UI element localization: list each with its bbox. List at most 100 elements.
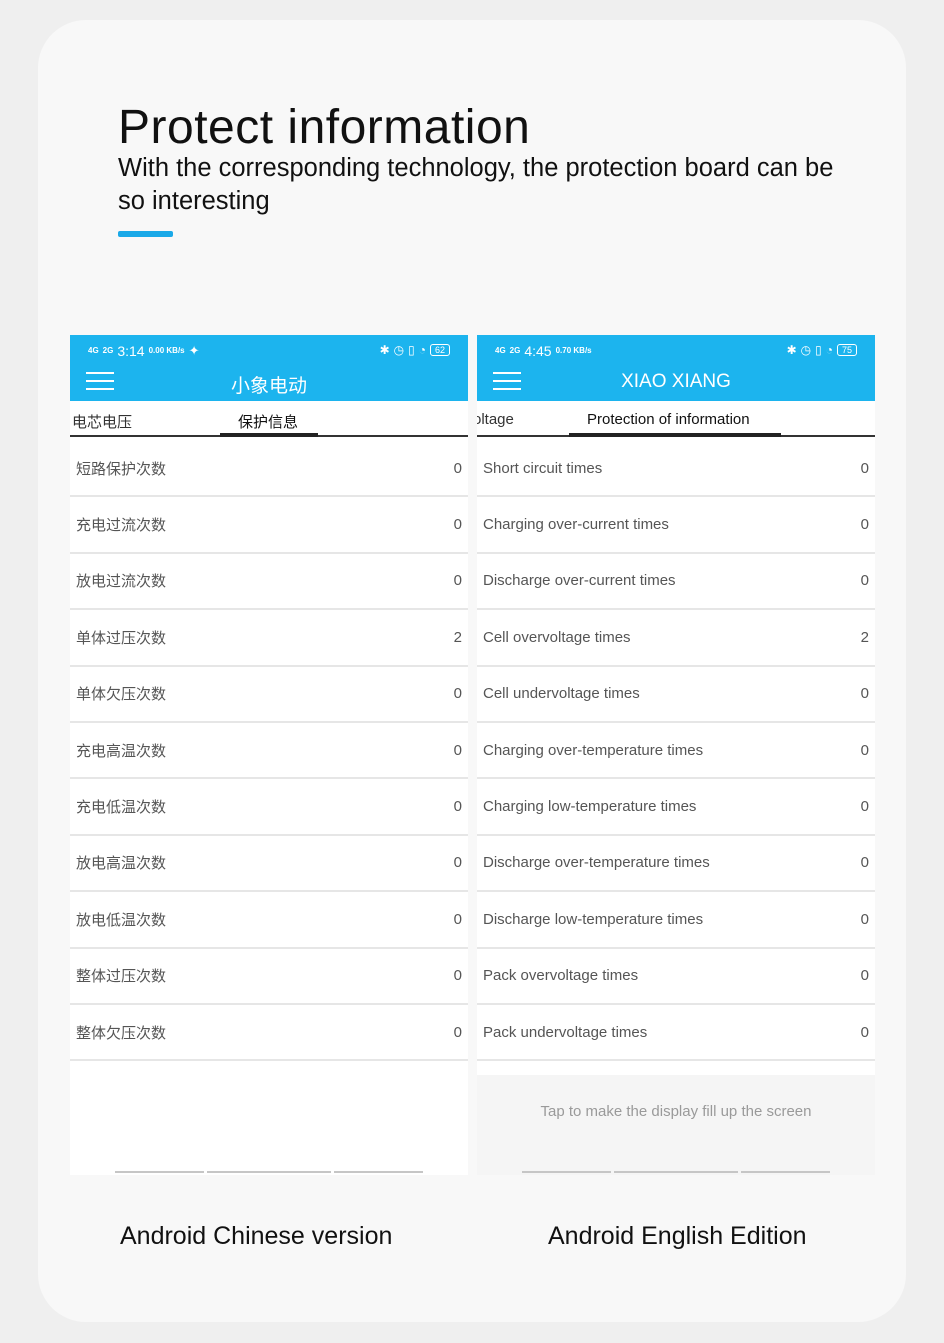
list-item-value: 0: [860, 516, 869, 534]
list-item-label: Cell overvoltage times: [483, 628, 631, 646]
list-item-value: 2: [453, 628, 462, 646]
list-item[interactable]: Cell undervoltage times 0: [477, 666, 875, 723]
list-item[interactable]: 放电过流次数 0: [70, 553, 468, 611]
list-item[interactable]: Short circuit times 0: [477, 441, 875, 498]
list-item[interactable]: Cell overvoltage times 2: [477, 610, 875, 667]
list-item-label: 充电高温次数: [76, 742, 167, 760]
list-item-label: 放电高温次数: [76, 855, 167, 873]
list-item[interactable]: Pack undervoltage times 0: [477, 1004, 875, 1062]
list-item-value: 0: [453, 854, 462, 872]
list-item-label: 放电低温次数: [76, 911, 167, 929]
list-item-value: 0: [860, 572, 869, 590]
list-item[interactable]: Pack overvoltage times 0: [477, 948, 875, 1005]
list-item-value: 0: [453, 459, 462, 477]
list-item[interactable]: 充电高温次数 0: [70, 722, 468, 780]
protection-list: 短路保护次数 0 充电过流次数 0 放电过流次数 0 单体过压次数 2 单体欠压次数 0 充电高温次…: [70, 441, 468, 1062]
page-title: Protect information: [118, 101, 531, 154]
list-item-label: 单体欠压次数: [76, 686, 167, 704]
list-item-value: 0: [453, 516, 462, 534]
list-item-label: Discharge low-temperature times: [483, 910, 704, 928]
list-item[interactable]: Charging over-current times 0: [477, 497, 875, 554]
list-item[interactable]: Discharge over-temperature times 0: [477, 835, 875, 893]
list-item-label: 短路保护次数: [76, 460, 167, 478]
list-item-label: Cell undervoltage times: [483, 685, 640, 703]
alarm-icon: ◷: [393, 343, 405, 357]
wifi-icon: ◔: [825, 343, 833, 357]
active-tab-indicator: [569, 433, 781, 437]
phone-screenshot-english: 4G 2G 4:45 0.70 KB/s ✱ ◷ ▯ ◔ 75 XIAO XIA…: [477, 335, 875, 1175]
list-item-value: 0: [453, 572, 462, 590]
list-item-value: 0: [860, 967, 869, 985]
signal-icon-2: 2G: [102, 346, 114, 355]
list-item[interactable]: 充电低温次数 0: [70, 779, 468, 836]
accent-bar: [118, 231, 173, 237]
list-item[interactable]: 单体欠压次数 0: [70, 666, 468, 723]
list-item-label: Short circuit times: [483, 459, 603, 477]
list-item-value: 0: [860, 910, 869, 928]
app-bar: 4G 2G 3:14 0.00 KB/s ✦ ✱ ◷ ▯ ◔ 62 小象电动: [70, 335, 468, 401]
signal-icon: 4G: [495, 346, 506, 355]
list-item-value: 0: [453, 1023, 462, 1041]
vibrate-icon: ▯: [408, 343, 415, 357]
list-item-value: 0: [860, 741, 869, 759]
list-item-label: 整体欠压次数: [76, 1024, 167, 1042]
list-item-label: 单体过压次数: [76, 629, 167, 647]
tab-cell-voltage[interactable]: 电芯电压: [72, 411, 132, 432]
list-item-label: 整体过压次数: [76, 968, 167, 986]
status-time: 3:14: [117, 343, 145, 359]
network-speed: 0.70 KB/s: [555, 346, 592, 355]
app-title: 小象电动: [230, 376, 307, 397]
tab-bar: 电芯电压 保护信息: [70, 401, 468, 437]
list-item-label: Charging low-temperature times: [483, 798, 697, 816]
status-bar-right: ✱ ◷ ▯ ◔ 62: [380, 343, 450, 357]
tab-cell-voltage[interactable]: oltage: [477, 411, 514, 428]
active-tab-indicator: [220, 433, 318, 437]
list-item[interactable]: 整体过压次数 0: [70, 948, 468, 1005]
list-item-label: Pack undervoltage times: [483, 1023, 648, 1041]
list-item-value: 0: [860, 854, 869, 872]
list-item-label: 充电过流次数: [76, 517, 167, 535]
battery-icon: 62: [429, 344, 450, 356]
list-item[interactable]: 放电低温次数 0: [70, 892, 468, 949]
list-item-label: Discharge over-temperature times: [483, 854, 710, 872]
list-item[interactable]: Discharge low-temperature times 0: [477, 892, 875, 949]
list-item[interactable]: 整体欠压次数 0: [70, 1004, 468, 1062]
list-item-value: 0: [453, 967, 462, 985]
list-item[interactable]: 单体过压次数 2: [70, 610, 468, 667]
list-item-value: 0: [453, 685, 462, 703]
list-item[interactable]: Charging over-temperature times 0: [477, 722, 875, 780]
list-item-value: 2: [860, 628, 869, 646]
list-item[interactable]: 短路保护次数 0: [70, 441, 468, 498]
fullscreen-hint: Tap to make the display fill up the scre…: [540, 1103, 812, 1120]
list-item-label: Pack overvoltage times: [483, 967, 639, 985]
list-item-label: Discharge over-current times: [483, 572, 676, 590]
list-item[interactable]: 放电高温次数 0: [70, 835, 468, 893]
list-item-value: 0: [860, 459, 869, 477]
list-item-value: 0: [860, 685, 869, 703]
list-item[interactable]: 充电过流次数 0: [70, 497, 468, 554]
fullscreen-hint-area[interactable]: Tap to make the display fill up the scre…: [477, 1075, 875, 1175]
signal-icon-2: 2G: [509, 346, 521, 355]
signal-icon: 4G: [88, 346, 99, 355]
caption-chinese: Android Chinese version: [120, 1222, 393, 1250]
bluetooth-icon: ✱: [379, 343, 390, 357]
list-item[interactable]: Discharge over-current times 0: [477, 553, 875, 611]
status-bar-right: ✱ ◷ ▯ ◔ 75: [787, 343, 857, 357]
tab-protection-info[interactable]: Protection of information: [587, 411, 750, 428]
bluetooth-icon: ✱: [786, 343, 797, 357]
list-item-value: 0: [860, 1023, 869, 1041]
tab-protection-info[interactable]: 保护信息: [238, 411, 298, 432]
tab-bar: oltage Protection of information: [477, 401, 875, 437]
notification-icon: ✦: [188, 343, 200, 358]
list-item-label: 充电低温次数: [76, 799, 167, 817]
phone-screenshot-chinese: 4G 2G 3:14 0.00 KB/s ✦ ✱ ◷ ▯ ◔ 62 小象电动 电…: [70, 335, 468, 1175]
app-title: XIAO XIANG: [621, 371, 731, 392]
app-bar: 4G 2G 4:45 0.70 KB/s ✱ ◷ ▯ ◔ 75 XIAO XIA…: [477, 335, 875, 401]
network-speed: 0.00 KB/s: [148, 346, 185, 355]
status-time: 4:45: [524, 343, 552, 359]
list-item-value: 0: [860, 798, 869, 816]
list-item[interactable]: Charging low-temperature times 0: [477, 779, 875, 836]
list-item-value: 0: [453, 798, 462, 816]
nav-divider: [115, 1171, 423, 1173]
vibrate-icon: ▯: [815, 343, 822, 357]
